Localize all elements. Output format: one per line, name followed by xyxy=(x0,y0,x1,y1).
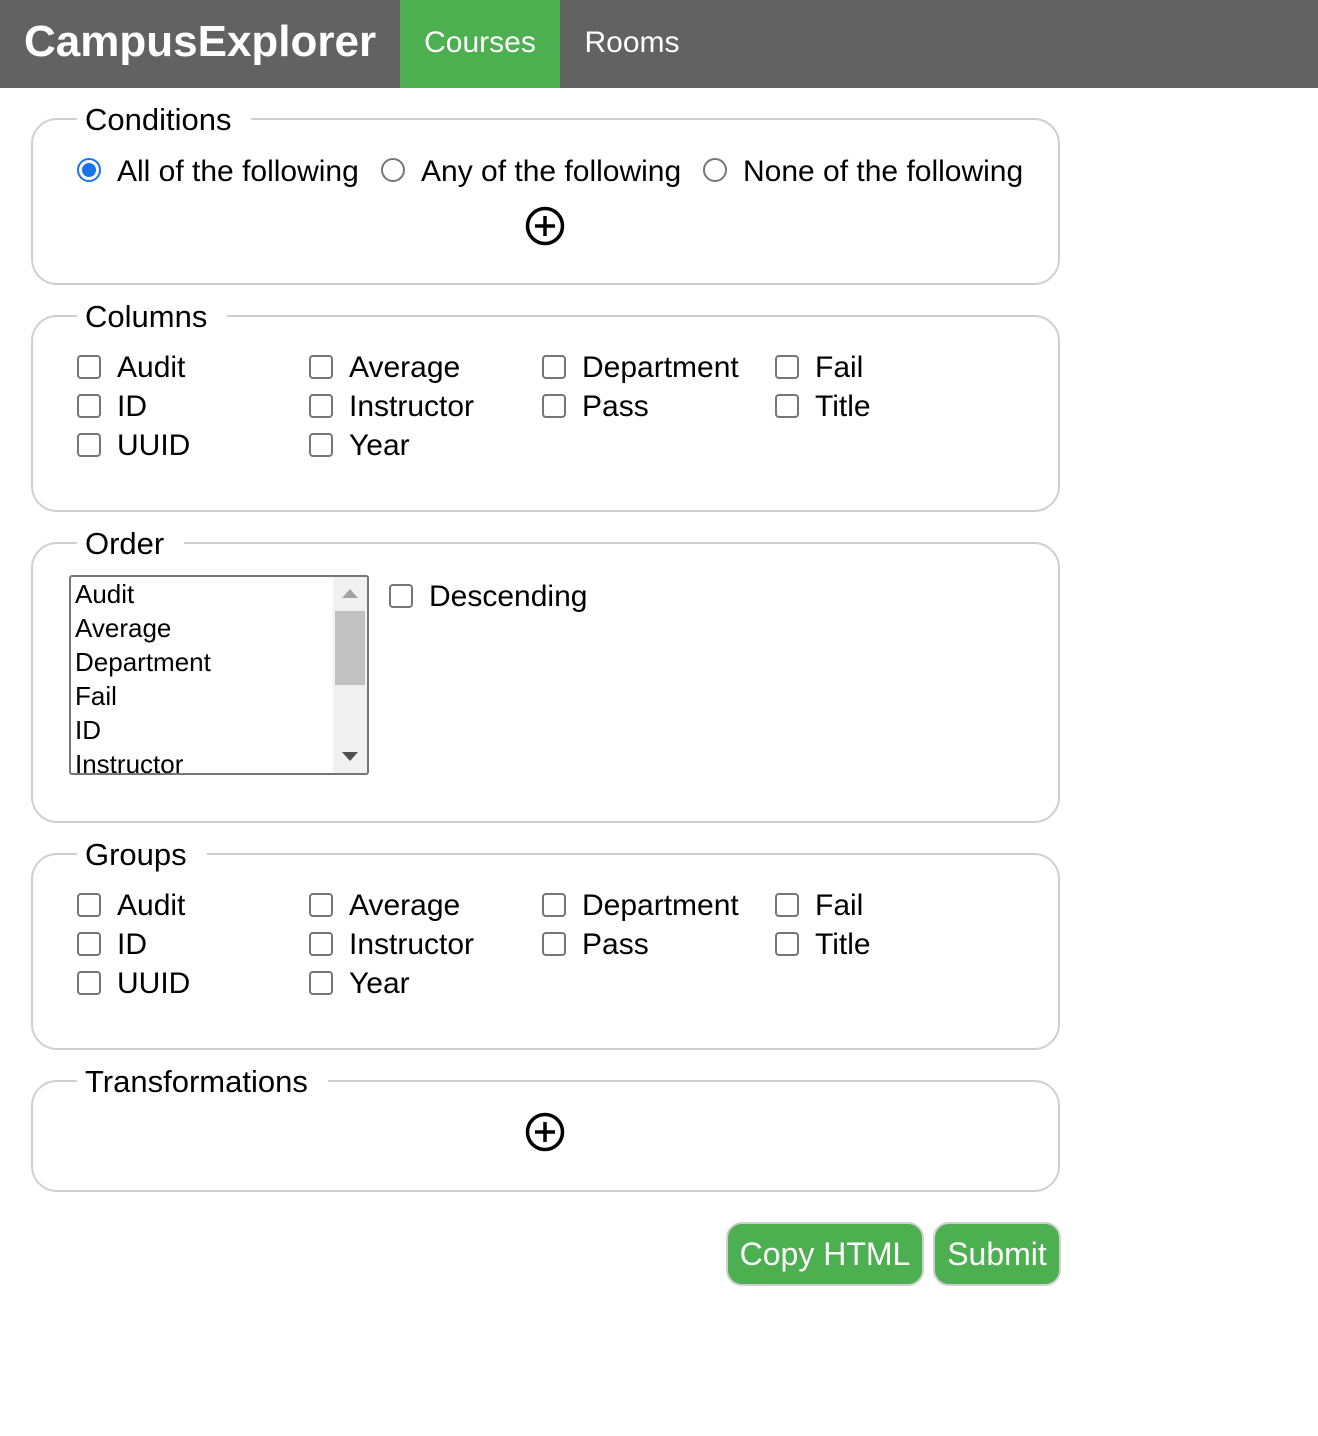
checkbox-label: Instructor xyxy=(349,928,475,961)
columns-legend: Columns xyxy=(77,299,228,335)
checkbox-label: Fail xyxy=(815,889,864,922)
checkbox-label: Instructor xyxy=(349,390,475,423)
checkbox[interactable] xyxy=(77,433,101,457)
checkbox[interactable] xyxy=(77,971,101,995)
scroll-down-icon[interactable] xyxy=(342,752,358,761)
checkbox-label: Department xyxy=(582,889,739,922)
checkbox[interactable] xyxy=(77,355,101,379)
checkbox-label: UUID xyxy=(117,429,191,462)
checkbox-label: Audit xyxy=(117,889,186,922)
order-select-list[interactable]: Audit Average Department Fail ID Instruc… xyxy=(69,575,369,775)
checkbox[interactable] xyxy=(309,394,333,418)
checkbox[interactable] xyxy=(309,932,333,956)
checkbox[interactable] xyxy=(309,971,333,995)
scroll-up-icon[interactable] xyxy=(342,589,358,598)
tab-courses[interactable]: Courses xyxy=(400,0,560,88)
conditions-panel: Conditions All of the following Any of t… xyxy=(31,102,1060,285)
conditions-legend: Conditions xyxy=(77,102,252,138)
checkbox[interactable] xyxy=(77,932,101,956)
radio-all-label: All of the following xyxy=(117,155,359,188)
checkbox[interactable] xyxy=(309,433,333,457)
checkbox[interactable] xyxy=(309,355,333,379)
columns-panel: Columns Audit Average Department Fail ID… xyxy=(31,299,1060,512)
checkbox-label: Fail xyxy=(815,351,864,384)
transformations-legend: Transformations xyxy=(77,1064,328,1100)
add-transformation-icon[interactable] xyxy=(525,1112,565,1152)
checkbox[interactable] xyxy=(542,355,566,379)
checkbox[interactable] xyxy=(77,394,101,418)
checkbox-label: Year xyxy=(349,967,410,1000)
radio-none-control[interactable] xyxy=(703,158,727,182)
order-option-fail[interactable]: Fail xyxy=(75,679,211,713)
checkbox[interactable] xyxy=(775,355,799,379)
checkbox[interactable] xyxy=(542,394,566,418)
checkbox-label: ID xyxy=(117,390,147,423)
checkbox-label: Average xyxy=(349,889,461,922)
order-option-id[interactable]: ID xyxy=(75,713,211,747)
checkbox-label: Department xyxy=(582,351,739,384)
checkbox-label: Title xyxy=(815,928,871,961)
app-brand: CampusExplorer xyxy=(24,17,377,66)
tab-rooms[interactable]: Rooms xyxy=(560,0,704,88)
checkbox-label: Pass xyxy=(582,928,649,961)
checkbox-label: Pass xyxy=(582,390,649,423)
radio-none-label: None of the following xyxy=(743,155,1024,188)
checkbox[interactable] xyxy=(77,893,101,917)
top-nav: CampusExplorer Courses Rooms xyxy=(0,0,1318,88)
order-panel: Order Audit Average Department Fail ID I… xyxy=(31,526,1060,823)
radio-all-control[interactable] xyxy=(77,158,101,182)
groups-panel: Groups Audit Average Department Fail ID … xyxy=(31,837,1060,1050)
transformations-panel: Transformations xyxy=(31,1064,1060,1192)
order-legend: Order xyxy=(77,526,185,562)
checkbox[interactable] xyxy=(775,893,799,917)
order-option-instructor[interactable]: Instructor xyxy=(75,747,211,773)
order-option-department[interactable]: Department xyxy=(75,645,211,679)
checkbox[interactable] xyxy=(309,893,333,917)
checkbox-label: ID xyxy=(117,928,147,961)
scroll-thumb[interactable] xyxy=(335,611,365,685)
checkbox-label: Average xyxy=(349,351,461,384)
checkbox-label: Audit xyxy=(117,351,186,384)
order-option-average[interactable]: Average xyxy=(75,611,211,645)
checkbox[interactable] xyxy=(775,394,799,418)
copy-html-button[interactable]: Copy HTML xyxy=(726,1222,924,1286)
checkbox[interactable] xyxy=(775,932,799,956)
checkbox-label: Title xyxy=(815,390,871,423)
listbox-scrollbar[interactable] xyxy=(333,577,367,773)
groups-legend: Groups xyxy=(77,837,207,873)
descending-checkbox[interactable] xyxy=(389,584,413,608)
submit-button[interactable]: Submit xyxy=(933,1222,1061,1286)
descending-label: Descending xyxy=(429,580,588,613)
add-condition-icon[interactable] xyxy=(525,206,565,246)
radio-any-control[interactable] xyxy=(381,158,405,182)
checkbox-label: UUID xyxy=(117,967,191,1000)
checkbox-label: Year xyxy=(349,429,410,462)
order-option-audit[interactable]: Audit xyxy=(75,577,211,611)
radio-any-label: Any of the following xyxy=(421,155,682,188)
checkbox[interactable] xyxy=(542,932,566,956)
checkbox[interactable] xyxy=(542,893,566,917)
order-options: Audit Average Department Fail ID Instruc… xyxy=(75,577,211,773)
